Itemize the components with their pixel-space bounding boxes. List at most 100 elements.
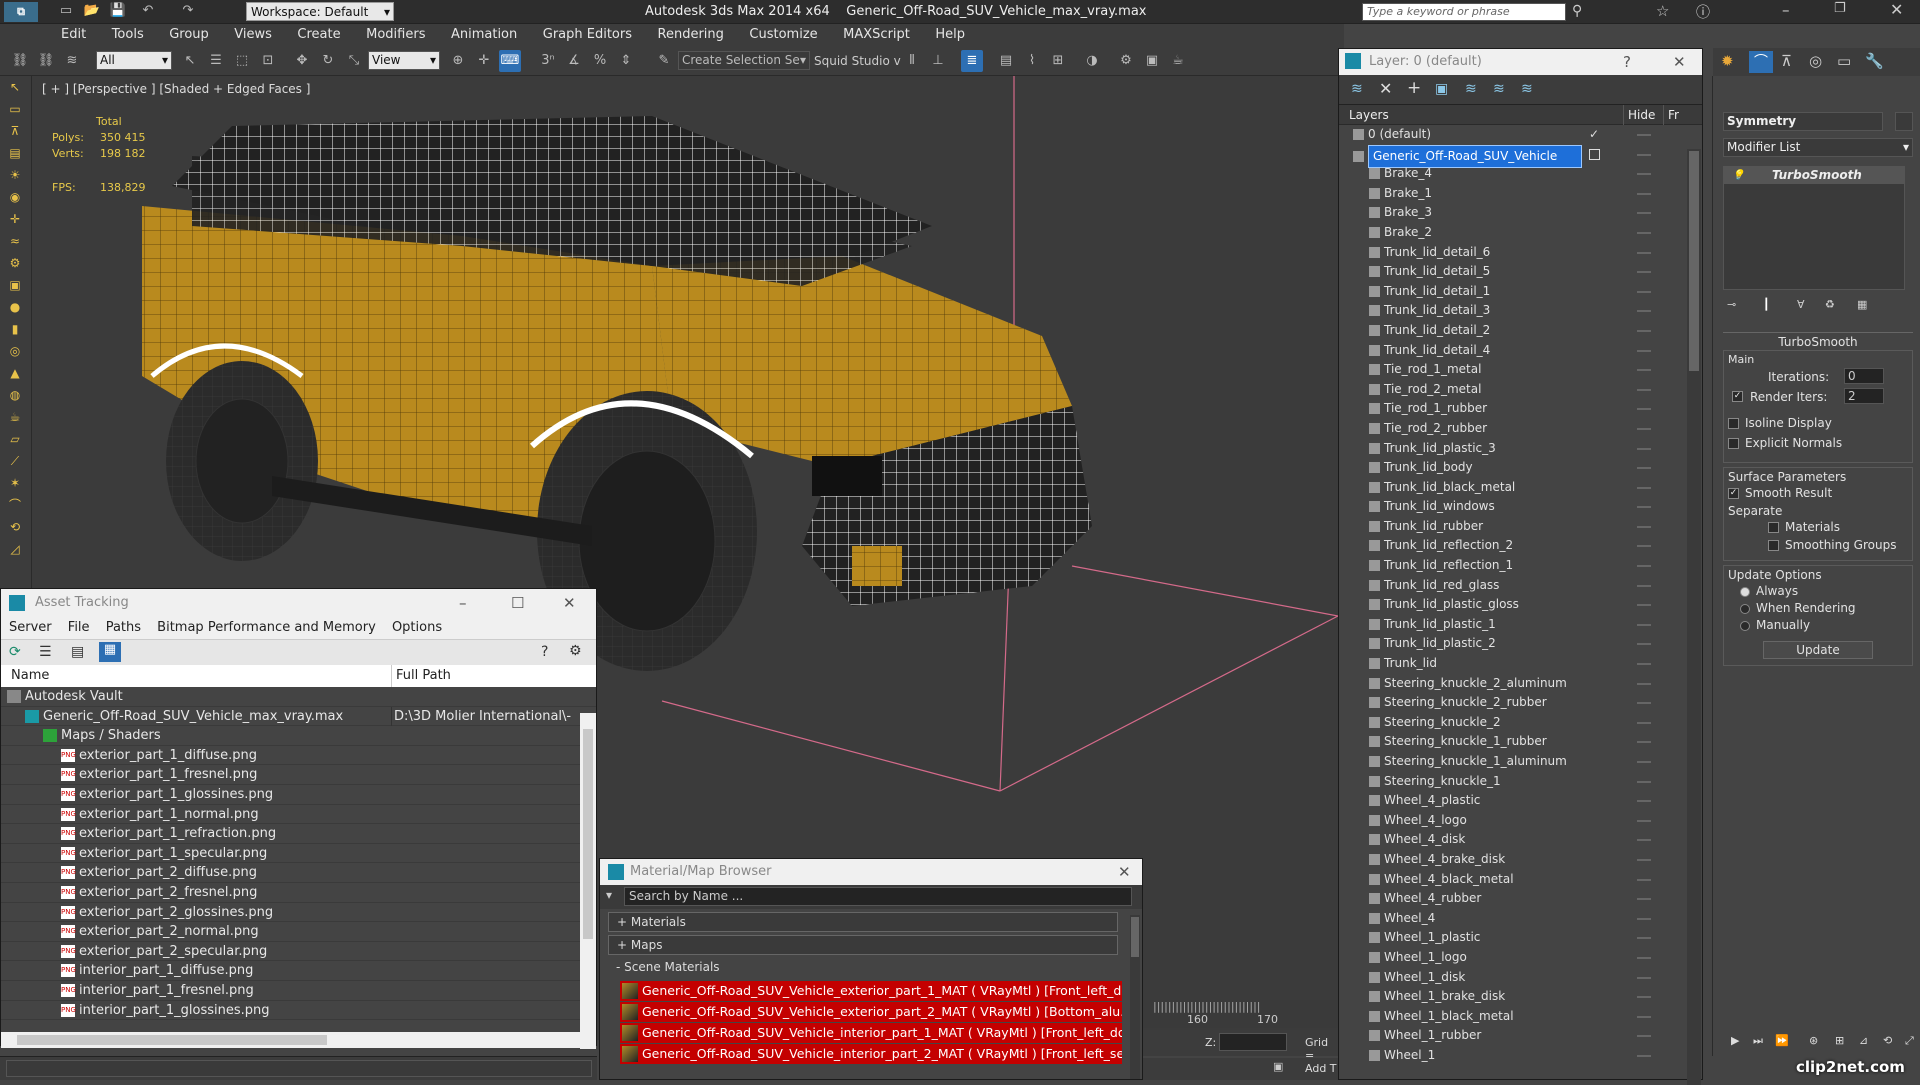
hide-toggle[interactable] [1637, 839, 1651, 842]
teapot-icon[interactable]: ☕ [0, 406, 30, 428]
asset-row[interactable]: PNG exterior_part_1_fresnel.png [1, 765, 596, 785]
hide-toggle[interactable] [1637, 251, 1651, 254]
hide-toggle[interactable] [1637, 212, 1651, 215]
reference-coordinate-dropdown[interactable]: View ▾ [368, 51, 440, 70]
col-layers-header[interactable]: Layers [1339, 108, 1389, 122]
star-icon[interactable]: ☆ [1656, 2, 1669, 20]
move-icon[interactable]: ✥ [291, 50, 313, 72]
list-view-icon[interactable]: ☰ [39, 644, 52, 660]
scale-icon[interactable]: ⤡ [343, 50, 365, 72]
layer-object-item[interactable]: Steering_knuckle_2_rubber [1339, 693, 1702, 713]
squid-studio-button[interactable]: Squid Studio v [814, 54, 901, 68]
systems-icon[interactable]: ⚙ [0, 252, 30, 274]
layer-object-item[interactable]: Steering_knuckle_2 [1339, 713, 1702, 733]
bone-icon[interactable]: ⟋ [0, 450, 30, 472]
layer-manager-icon[interactable]: ≣ [961, 50, 983, 72]
hide-toggle[interactable] [1637, 231, 1651, 234]
hide-toggle[interactable] [1637, 134, 1651, 136]
pin-stack-icon[interactable]: ⊸ [1727, 298, 1736, 311]
hide-toggle[interactable] [1637, 976, 1651, 979]
layer-object-item[interactable]: Trunk_lid_detail_4 [1339, 341, 1702, 361]
go-to-end-icon[interactable]: ⏩ [1775, 1034, 1789, 1047]
plane-icon[interactable]: ▱ [0, 428, 30, 450]
layer-vscroll[interactable] [1687, 149, 1701, 1085]
field-of-view-icon[interactable]: ⊿ [1859, 1034, 1868, 1047]
layer-object-item[interactable]: Wheel_4_rubber [1339, 889, 1702, 909]
update-button[interactable]: Update [1763, 641, 1873, 659]
materials-group[interactable]: + Materials [608, 912, 1118, 932]
layer-object-item[interactable]: Brake_1 [1339, 184, 1702, 204]
hide-toggle[interactable] [1637, 604, 1651, 607]
cone-icon[interactable]: ▲ [0, 362, 30, 384]
layer-object-item[interactable]: Wheel_4_black_metal [1339, 870, 1702, 890]
layer-object-item[interactable]: Trunk_lid_plastic_2 [1339, 634, 1702, 654]
scene-material-item[interactable]: Generic_Off-Road_SUV_Vehicle_interior_pa… [620, 1023, 1122, 1043]
close-icon[interactable]: ✕ [1890, 0, 1903, 19]
mirror-icon[interactable]: ⫴ [901, 50, 923, 72]
layer-object-item[interactable]: Wheel_1_rubber [1339, 1026, 1702, 1046]
iterations-spinner[interactable]: 0 [1844, 368, 1884, 384]
layer-object-item[interactable]: Trunk_lid_body [1339, 458, 1702, 478]
asset-row[interactable]: PNG exterior_part_1_refraction.png [1, 824, 596, 844]
torus-icon[interactable]: ◎ [0, 340, 30, 362]
hide-toggle[interactable] [1637, 1054, 1651, 1057]
box-icon[interactable]: ▣ [0, 274, 30, 296]
sphere-icon[interactable]: ● [0, 296, 30, 318]
highlight-layer-icon[interactable]: ≋ [1465, 81, 1477, 97]
menu-maxscript[interactable]: MAXScript [832, 24, 921, 45]
orbit-icon[interactable]: ⟲ [1883, 1034, 1892, 1047]
bind-space-warp-icon[interactable]: ≋ [61, 50, 83, 72]
named-selection-dropdown[interactable]: Create Selection Se ▾ [678, 51, 810, 70]
material-vscroll[interactable] [1130, 915, 1140, 1079]
helper-icon[interactable]: ✛ [0, 208, 30, 230]
next-frame-icon[interactable]: ⏭ [1753, 1034, 1763, 1048]
asset-row[interactable]: Maps / Shaders [1, 726, 596, 746]
layer-object-item[interactable]: Trunk_lid_detail_1 [1339, 282, 1702, 302]
graphite-ribbon-icon[interactable]: ▤ [995, 50, 1017, 72]
layer-object-item[interactable]: Steering_knuckle_1_aluminum [1339, 752, 1702, 772]
layer-object-item[interactable]: Trunk_lid_reflection_2 [1339, 536, 1702, 556]
render-iters-spinner[interactable]: 2 [1844, 388, 1884, 404]
separate-materials-checkbox[interactable] [1768, 522, 1779, 533]
redo-icon[interactable]: ↷ [177, 0, 199, 22]
hide-toggle[interactable] [1637, 408, 1651, 411]
object-name-input[interactable]: Symmetry [1723, 112, 1883, 131]
layer-object-item[interactable]: Trunk_lid_plastic_3 [1339, 439, 1702, 459]
window-crossing-icon[interactable]: ⊡ [257, 50, 279, 72]
col-name-header[interactable]: Name [1, 668, 49, 683]
restore-icon[interactable]: ❐ [1834, 1, 1846, 16]
scene-material-item[interactable]: Generic_Off-Road_SUV_Vehicle_interior_pa… [620, 1044, 1122, 1064]
refresh-icon[interactable]: ⟳ [9, 644, 21, 660]
new-layer-icon[interactable]: ≋ [1351, 81, 1363, 97]
manually-radio[interactable] [1740, 620, 1750, 631]
isoline-checkbox[interactable] [1728, 418, 1739, 429]
asset-menu-paths[interactable]: Paths [106, 620, 141, 635]
snap-toggle-icon[interactable]: 3ⁿ [537, 50, 559, 72]
render-production-icon[interactable]: ☕ [1167, 50, 1189, 72]
select-icon[interactable]: ↖ [0, 76, 30, 98]
col-path-header[interactable]: Full Path [391, 665, 451, 687]
create-tab-icon[interactable]: ✹ [1721, 52, 1734, 70]
layer-object-item[interactable]: Wheel_4_brake_disk [1339, 850, 1702, 870]
layer-object-item[interactable]: Trunk_lid_red_glass [1339, 576, 1702, 596]
hierarchy-tab-icon[interactable]: ⊼ [1781, 52, 1792, 70]
hide-toggle[interactable] [1637, 467, 1651, 470]
align-icon[interactable]: ⊥ [927, 50, 949, 72]
maps-group[interactable]: + Maps [608, 935, 1118, 955]
hide-toggle[interactable] [1637, 898, 1651, 901]
motion-tab-icon[interactable]: ◎ [1809, 52, 1822, 70]
when-rendering-radio[interactable] [1740, 603, 1750, 614]
search-options-icon[interactable]: ▾ [606, 885, 612, 906]
menu-customize[interactable]: Customize [738, 24, 828, 45]
asset-row[interactable]: PNG exterior_part_2_glossines.png [1, 903, 596, 923]
layer-object-item[interactable]: Wheel_4_plastic [1339, 791, 1702, 811]
help-icon[interactable]: ⓘ [1696, 2, 1710, 22]
material-search-input[interactable]: Search by Name ... [624, 887, 1132, 906]
scene-material-item[interactable]: Generic_Off-Road_SUV_Vehicle_exterior_pa… [620, 981, 1122, 1001]
make-unique-icon[interactable]: ∀ [1797, 298, 1805, 311]
keyboard-shortcut-override-icon[interactable]: ⌨ [499, 50, 521, 72]
hide-toggle[interactable] [1637, 310, 1651, 313]
keyword-search-input[interactable]: Type a keyword or phrase [1362, 3, 1566, 21]
particle-icon[interactable]: ✶ [0, 472, 30, 494]
close-icon[interactable]: ✕ [1673, 49, 1686, 75]
